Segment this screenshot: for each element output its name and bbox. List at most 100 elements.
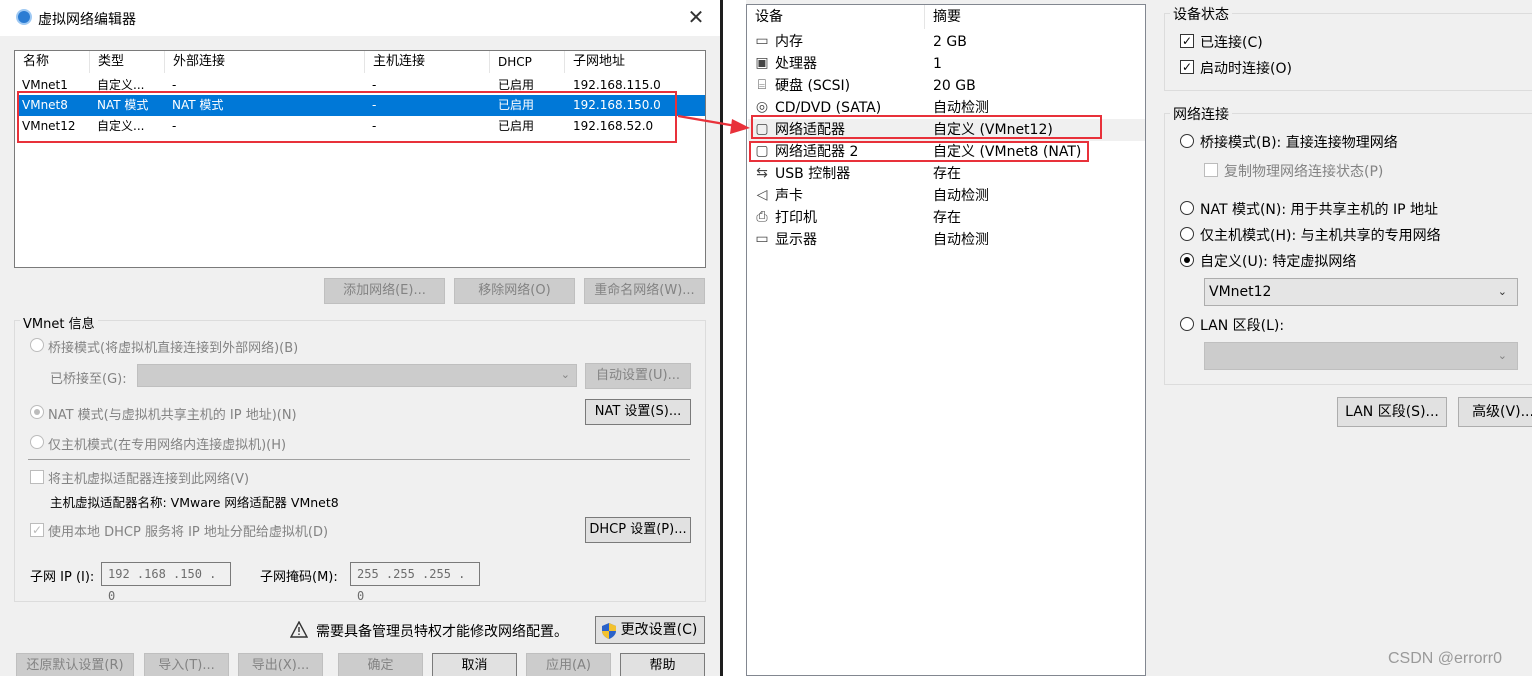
device-summary: 1: [933, 56, 942, 72]
usb-icon: ⇆: [756, 165, 768, 181]
bridged-to-label: 已桥接至(G):: [50, 372, 127, 387]
bridged-to-select[interactable]: ⌄: [137, 364, 577, 387]
nat-mode-radio[interactable]: [30, 405, 44, 419]
subnet-mask-field[interactable]: 255 .255 .255 . 0: [350, 562, 480, 603]
cdrom-icon: ◎: [755, 99, 769, 115]
virtual-network-editor-window: 虚拟网络编辑器 ✕ 名称 类型 外部连接 主机连接 DHCP 子网地址 VMne…: [0, 0, 720, 676]
processor-icon: ▣: [755, 55, 769, 71]
column-header-type[interactable]: 类型: [90, 51, 165, 73]
auto-settings-button[interactable]: 自动设置(U)...: [585, 363, 691, 389]
connected-checkbox[interactable]: ✓: [1180, 34, 1194, 48]
device-row-sound[interactable]: ◁ 声卡 自动检测: [748, 185, 1145, 207]
bridged-mode-radio[interactable]: [30, 338, 44, 352]
export-button[interactable]: 导出(X)...: [238, 653, 323, 676]
device-status-group: [1164, 13, 1532, 91]
device-name: 硬盘 (SCSI): [775, 78, 851, 94]
cell-host: -: [372, 119, 377, 133]
printer-icon: ⎙: [756, 209, 768, 225]
nat-settings-button[interactable]: NAT 设置(S)...: [585, 399, 691, 425]
table-row[interactable]: VMnet12 自定义... - - 已启用 192.168.52.0: [17, 116, 705, 137]
cell-external: -: [172, 78, 177, 92]
cell-dhcp: 已启用: [498, 119, 535, 133]
device-list[interactable]: 设备 摘要 ▭ 内存 2 GB ▣ 处理器 1 ⌸ 硬盘 (SCSI) 20 G…: [746, 4, 1146, 676]
device-name: 网络适配器: [775, 122, 845, 138]
harddisk-icon: ⌸: [757, 77, 767, 93]
memory-icon: ▭: [755, 33, 769, 49]
help-button[interactable]: 帮助: [620, 653, 705, 676]
table-row-selected[interactable]: VMnet8 NAT 模式 NAT 模式 - 已启用 192.168.150.0: [17, 95, 705, 116]
cell-subnet: 192.168.150.0: [573, 98, 661, 112]
host-only-label: 仅主机模式(H): 与主机共享的专用网络: [1200, 228, 1441, 244]
import-button[interactable]: 导入(T)...: [144, 653, 229, 676]
change-settings-button[interactable]: 更改设置(C): [595, 616, 705, 644]
column-header-dhcp[interactable]: DHCP: [490, 51, 565, 73]
use-dhcp-label: 使用本地 DHCP 服务将 IP 地址分配给虚拟机(D): [48, 525, 329, 540]
rename-network-button[interactable]: 重命名网络(W)...: [584, 278, 705, 304]
lan-segment-label: LAN 区段(L):: [1200, 318, 1285, 334]
window-title: 虚拟网络编辑器: [38, 12, 136, 28]
custom-network-select[interactable]: VMnet12 ⌄: [1204, 278, 1518, 306]
subnet-ip-field[interactable]: 192 .168 .150 . 0: [101, 562, 231, 603]
chevron-down-icon: ⌄: [1497, 285, 1507, 298]
device-row-cdrom[interactable]: ◎ CD/DVD (SATA) 自动检测: [748, 97, 1145, 119]
remove-network-button[interactable]: 移除网络(O): [454, 278, 575, 304]
advanced-button[interactable]: 高级(V)...: [1458, 397, 1532, 427]
device-row-harddisk[interactable]: ⌸ 硬盘 (SCSI) 20 GB: [748, 75, 1145, 97]
network-list[interactable]: 名称 类型 外部连接 主机连接 DHCP 子网地址 VMnet1 自定义... …: [14, 50, 706, 268]
subnet-ip-label: 子网 IP (I):: [30, 570, 95, 585]
lan-segments-button[interactable]: LAN 区段(S)...: [1337, 397, 1447, 427]
device-summary: 自动检测: [933, 100, 989, 116]
chevron-down-icon: ⌄: [560, 368, 570, 381]
apply-button[interactable]: 应用(A): [526, 653, 611, 676]
title-bar: 虚拟网络编辑器 ✕: [0, 0, 720, 36]
device-row-printer[interactable]: ⎙ 打印机 存在: [748, 207, 1145, 229]
host-only-radio[interactable]: [1180, 227, 1194, 241]
device-name: 内存: [775, 34, 803, 50]
shield-icon: [602, 622, 616, 639]
ok-button[interactable]: 确定: [338, 653, 423, 676]
network-adapter-icon: ▢: [755, 143, 769, 159]
nat-radio[interactable]: [1180, 201, 1194, 215]
device-name: 打印机: [775, 210, 817, 226]
divider: [28, 459, 690, 460]
close-icon[interactable]: ✕: [686, 5, 706, 29]
device-summary: 自动检测: [933, 188, 989, 204]
cell-external: NAT 模式: [172, 98, 224, 112]
device-row-memory[interactable]: ▭ 内存 2 GB: [748, 31, 1145, 53]
restore-defaults-button[interactable]: 还原默认设置(R): [16, 653, 134, 676]
device-row-network-adapter-2[interactable]: ▢ 网络适配器 2 自定义 (VMnet8 (NAT): [748, 141, 1145, 163]
connect-at-power-on-checkbox[interactable]: ✓: [1180, 60, 1194, 74]
device-row-processor[interactable]: ▣ 处理器 1: [748, 53, 1145, 75]
cell-name: VMnet8: [22, 98, 68, 112]
cell-type: 自定义...: [97, 119, 145, 133]
table-row[interactable]: VMnet1 自定义... - - 已启用 192.168.115.0: [17, 75, 705, 96]
device-summary: 自定义 (VMnet8 (NAT): [933, 144, 1082, 160]
add-network-button[interactable]: 添加网络(E)...: [324, 278, 445, 304]
replicate-state-checkbox[interactable]: [1204, 163, 1218, 177]
connect-at-power-on-label: 启动时连接(O): [1200, 61, 1292, 77]
device-row-network-adapter[interactable]: ▢ 网络适配器 自定义 (VMnet12): [748, 119, 1145, 141]
cancel-button[interactable]: 取消: [432, 653, 517, 676]
dhcp-settings-button[interactable]: DHCP 设置(P)...: [585, 517, 691, 543]
host-only-radio[interactable]: [30, 435, 44, 449]
nat-mode-label: NAT 模式(与虚拟机共享主机的 IP 地址)(N): [48, 408, 297, 423]
bridged-radio[interactable]: [1180, 134, 1194, 148]
use-dhcp-checkbox[interactable]: ✓: [30, 523, 44, 537]
column-header-summary[interactable]: 摘要: [925, 5, 1145, 29]
lan-segment-radio[interactable]: [1180, 317, 1194, 331]
column-header-device[interactable]: 设备: [747, 5, 925, 29]
custom-label: 自定义(U): 特定虚拟网络: [1200, 254, 1357, 270]
cell-dhcp: 已启用: [498, 98, 535, 112]
custom-radio[interactable]: [1180, 253, 1194, 267]
column-header-external[interactable]: 外部连接: [165, 51, 365, 73]
device-name: USB 控制器: [775, 166, 851, 182]
vm-settings-window: 设备 摘要 ▭ 内存 2 GB ▣ 处理器 1 ⌸ 硬盘 (SCSI) 20 G…: [746, 0, 1532, 676]
lan-segment-select[interactable]: ⌄: [1204, 342, 1518, 370]
device-row-usb[interactable]: ⇆ USB 控制器 存在: [748, 163, 1145, 185]
device-row-display[interactable]: ▭ 显示器 自动检测: [748, 229, 1145, 251]
column-header-host[interactable]: 主机连接: [365, 51, 490, 73]
column-header-name[interactable]: 名称: [15, 51, 90, 73]
cell-type: 自定义...: [97, 78, 145, 92]
column-header-subnet[interactable]: 子网地址: [565, 51, 705, 73]
connect-host-adapter-checkbox[interactable]: [30, 470, 44, 484]
